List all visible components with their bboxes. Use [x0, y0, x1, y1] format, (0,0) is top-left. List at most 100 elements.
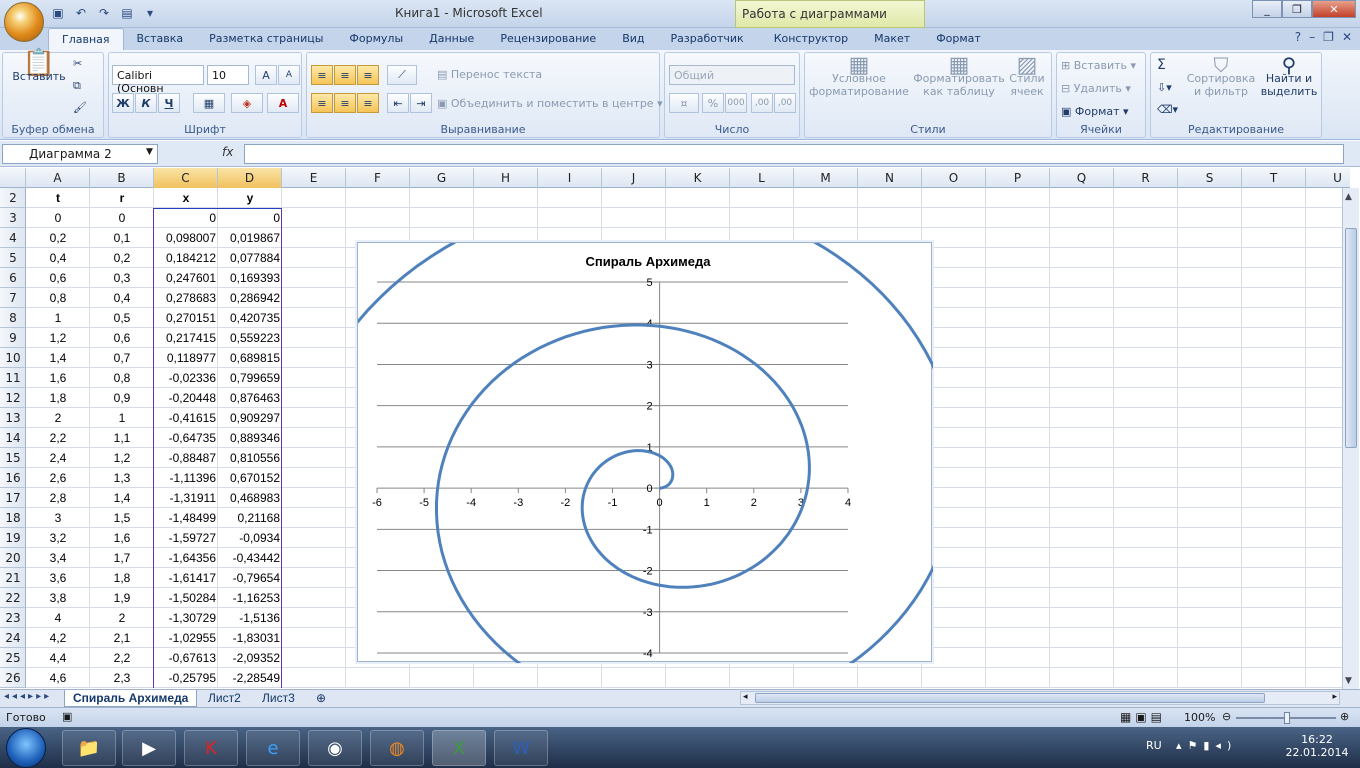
table-cell[interactable]: 0	[154, 208, 218, 228]
table-cell[interactable]: 3,6	[26, 568, 90, 588]
tab-developer[interactable]: Разработчик	[658, 28, 757, 50]
table-cell[interactable]: -1,59727	[154, 528, 218, 548]
table-cell[interactable]: 0,799659	[218, 368, 282, 388]
row-header[interactable]: 12	[0, 388, 26, 408]
table-cell[interactable]: -0,20448	[154, 388, 218, 408]
undo-icon[interactable]: ↶	[71, 4, 91, 22]
scroll-left-icon[interactable]: ◂	[743, 692, 748, 702]
table-cell[interactable]: 0	[90, 208, 154, 228]
horizontal-scrollbar[interactable]: ◂ ▸	[740, 691, 1340, 705]
table-cell[interactable]: -1,64356	[154, 548, 218, 568]
excel-icon[interactable]: X	[432, 730, 486, 766]
row-header[interactable]: 13	[0, 408, 26, 428]
column-header[interactable]: C	[154, 168, 218, 188]
start-button[interactable]	[6, 728, 46, 768]
column-header[interactable]: K	[666, 168, 730, 188]
minimize-button[interactable]: _	[1252, 0, 1282, 18]
sheet-tab-spiral[interactable]: Спираль Архимеда	[64, 690, 198, 707]
row-header[interactable]: 16	[0, 468, 26, 488]
row-header[interactable]: 11	[0, 368, 26, 388]
thousands-button[interactable]: 000	[725, 93, 747, 113]
table-cell[interactable]: 1	[90, 408, 154, 428]
table-cell[interactable]: 1,6	[90, 528, 154, 548]
tab-formulas[interactable]: Формулы	[336, 28, 416, 50]
select-all-corner[interactable]	[0, 168, 26, 188]
currency-icon[interactable]: ¤	[669, 93, 699, 113]
column-header[interactable]: J	[602, 168, 666, 188]
firefox-icon[interactable]: ◍	[370, 730, 424, 766]
table-cell[interactable]: 0,077884	[218, 248, 282, 268]
ribbon-restore-icon[interactable]: ❐	[1323, 30, 1334, 44]
column-header[interactable]: M	[794, 168, 858, 188]
table-cell[interactable]: 3	[26, 508, 90, 528]
row-header[interactable]: 19	[0, 528, 26, 548]
zoom-out-icon[interactable]: ⊖	[1222, 710, 1231, 723]
table-cell[interactable]: 2,3	[90, 668, 154, 688]
macro-record-icon[interactable]: ▣	[62, 710, 72, 723]
row-header[interactable]: 18	[0, 508, 26, 528]
fill-color-icon[interactable]: ◈	[231, 93, 263, 113]
table-cell[interactable]: 0,6	[26, 268, 90, 288]
close-button[interactable]: ✕	[1312, 0, 1356, 18]
vertical-scrollbar[interactable]: ▲ ▼	[1342, 188, 1359, 690]
tab-home[interactable]: Главная	[48, 28, 124, 50]
decrease-decimal-button[interactable]: ,00	[774, 93, 796, 113]
align-left-icon[interactable]: ≡	[311, 93, 333, 113]
row-header[interactable]: 22	[0, 588, 26, 608]
row-header[interactable]: 2	[0, 188, 26, 208]
align-top-icon[interactable]: ≡	[311, 65, 333, 85]
table-cell[interactable]: -0,64735	[154, 428, 218, 448]
align-right-icon[interactable]: ≡	[357, 93, 379, 113]
table-cell[interactable]: 2,1	[90, 628, 154, 648]
table-cell[interactable]: 0,1	[90, 228, 154, 248]
zoom-slider-thumb[interactable]	[1284, 712, 1290, 724]
table-cell[interactable]: 2,2	[90, 648, 154, 668]
borders-icon[interactable]: ▦	[193, 93, 225, 113]
table-cell[interactable]: -0,41615	[154, 408, 218, 428]
table-cell[interactable]: 4	[26, 608, 90, 628]
name-box-dropdown-icon[interactable]: ▼	[146, 147, 153, 157]
redo-icon[interactable]: ↷	[94, 4, 114, 22]
column-header[interactable]: D	[218, 168, 282, 188]
table-cell[interactable]: 1,9	[90, 588, 154, 608]
sheet-tab-sheet3[interactable]: Лист3	[254, 690, 303, 707]
tab-format[interactable]: Формат	[923, 28, 994, 50]
column-header[interactable]: S	[1178, 168, 1242, 188]
sheet-tab-sheet2[interactable]: Лист2	[200, 690, 249, 707]
tray-icons[interactable]: ▴⚑▮◂)	[1176, 739, 1237, 752]
formula-input[interactable]	[244, 144, 1344, 164]
table-cell[interactable]: 1,6	[26, 368, 90, 388]
row-header[interactable]: 9	[0, 328, 26, 348]
office-button[interactable]	[4, 2, 44, 42]
column-header[interactable]: E	[282, 168, 346, 188]
table-cell[interactable]: 1,1	[90, 428, 154, 448]
tab-data[interactable]: Данные	[416, 28, 487, 50]
column-header[interactable]: I	[538, 168, 602, 188]
clock[interactable]: 16:22 22.01.2014	[1282, 733, 1352, 759]
align-center-icon[interactable]: ≡	[334, 93, 356, 113]
table-cell[interactable]: 0,559223	[218, 328, 282, 348]
format-cells-button[interactable]: ▣ Формат ▾	[1061, 105, 1129, 118]
row-header[interactable]: 24	[0, 628, 26, 648]
tab-review[interactable]: Рецензирование	[487, 28, 609, 50]
table-cell[interactable]: 2,4	[26, 448, 90, 468]
row-header[interactable]: 14	[0, 428, 26, 448]
increase-indent-icon[interactable]: ⇥	[410, 93, 432, 113]
table-cell[interactable]: 0,270151	[154, 308, 218, 328]
table-header-cell[interactable]: x	[154, 188, 218, 208]
row-header[interactable]: 5	[0, 248, 26, 268]
table-cell[interactable]: 4,4	[26, 648, 90, 668]
increase-decimal-button[interactable]: ,00	[751, 93, 773, 113]
table-cell[interactable]: 1,4	[90, 488, 154, 508]
table-cell[interactable]: -1,30729	[154, 608, 218, 628]
table-cell[interactable]: -1,48499	[154, 508, 218, 528]
name-box[interactable]: Диаграмма 2	[2, 144, 158, 164]
table-cell[interactable]: 1	[26, 308, 90, 328]
tab-page-layout[interactable]: Разметка страницы	[196, 28, 336, 50]
sort-filter-button[interactable]: ⛉ Сортировка и фильтр	[1185, 55, 1257, 98]
zoom-level[interactable]: 100%	[1184, 711, 1215, 724]
table-cell[interactable]: -1,83031	[218, 628, 282, 648]
row-header[interactable]: 6	[0, 268, 26, 288]
table-cell[interactable]: 3,2	[26, 528, 90, 548]
explorer-icon[interactable]: 📁	[62, 730, 116, 766]
